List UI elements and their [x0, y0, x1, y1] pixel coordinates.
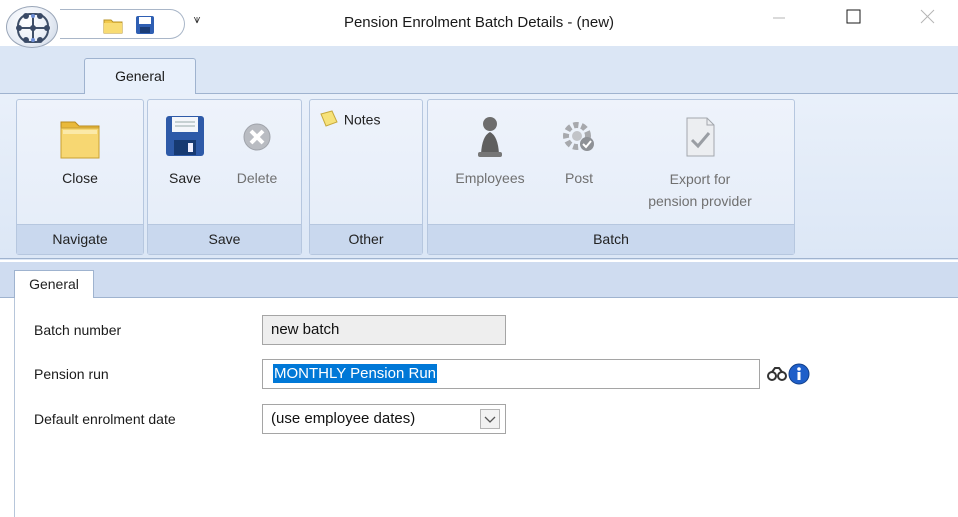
info-icon[interactable] — [788, 363, 810, 385]
pension-run-value: MONTHLY Pension Run — [273, 364, 438, 383]
batch-number-value: new batch — [271, 321, 340, 338]
window-title: Pension Enrolment Batch Details - (new) — [343, 14, 615, 31]
group-label-batch: Batch — [428, 224, 794, 254]
minimize-icon[interactable] — [759, 6, 799, 30]
ribbon-body: Close Navigate Save Delete Save Notes Ot… — [0, 93, 958, 259]
app-logo-icon — [16, 13, 50, 43]
batch-number-field: new batch — [262, 315, 506, 345]
document-check-icon — [686, 117, 715, 157]
title-bar: ⩛ Pension Enrolment Batch Details - (new… — [0, 0, 958, 48]
ribbon-tab-row: General — [0, 46, 958, 94]
sticky-note-icon — [320, 110, 338, 127]
gear-check-icon — [563, 122, 594, 151]
default-enrolment-date-select[interactable]: (use employee dates) — [262, 404, 506, 434]
notes-button[interactable]: Notes — [318, 108, 414, 130]
delete-button[interactable]: Delete — [226, 110, 288, 188]
application-menu-button[interactable] — [6, 6, 58, 48]
employees-button[interactable]: Employees — [438, 110, 542, 188]
default-enrolment-date-label: Default enrolment date — [34, 411, 176, 427]
ribbon: General Close Navigate Save Delete Save … — [0, 46, 958, 260]
window: ⩛ Pension Enrolment Batch Details - (new… — [0, 0, 958, 517]
lookup-binoculars-icon[interactable] — [766, 363, 788, 385]
person-pawn-icon — [478, 117, 502, 157]
ribbon-group-other: Notes Other — [309, 99, 423, 255]
maximize-icon[interactable] — [834, 6, 874, 30]
ribbon-tab-general[interactable]: General — [84, 58, 196, 94]
chevron-down-icon[interactable] — [480, 409, 500, 429]
export-label-line1: Export for — [669, 171, 731, 187]
close-icon[interactable] — [908, 6, 948, 30]
ribbon-group-navigate: Close Navigate — [16, 99, 144, 255]
tab-general[interactable]: General — [14, 270, 94, 299]
export-label-line2: pension provider — [648, 193, 752, 209]
delete-icon — [243, 123, 271, 151]
form-panel: Batch number new batch Pension run MONTH… — [0, 298, 958, 517]
export-button-label: Export for pension provider — [616, 168, 784, 212]
group-label-save: Save — [148, 224, 301, 254]
ribbon-group-batch: Employees Post Export for pension provid… — [427, 99, 795, 255]
default-enrolment-date-value: (use employee dates) — [271, 410, 416, 427]
batch-number-label: Batch number — [34, 322, 122, 338]
folder-icon — [60, 121, 100, 159]
group-label-other: Other — [310, 224, 422, 254]
save-disk-icon — [166, 116, 204, 156]
post-button-label: Post — [564, 170, 593, 186]
close-button[interactable]: Close — [41, 110, 119, 188]
ribbon-group-save: Save Delete Save — [147, 99, 302, 255]
group-label-navigate: Navigate — [17, 224, 143, 254]
panel-border — [14, 298, 15, 517]
pension-run-field[interactable]: MONTHLY Pension Run — [262, 359, 760, 389]
save-button-label: Save — [169, 170, 201, 186]
notes-button-label: Notes — [343, 111, 381, 128]
export-for-pension-provider-button[interactable]: Export for pension provider — [616, 110, 784, 212]
save-button[interactable]: Save — [156, 110, 214, 188]
close-button-label: Close — [62, 170, 98, 186]
post-button[interactable]: Post — [546, 110, 612, 188]
delete-button-label: Delete — [236, 170, 278, 186]
content-tab-strip: General — [0, 262, 958, 299]
employees-button-label: Employees — [455, 170, 525, 186]
pension-run-label: Pension run — [34, 366, 109, 382]
